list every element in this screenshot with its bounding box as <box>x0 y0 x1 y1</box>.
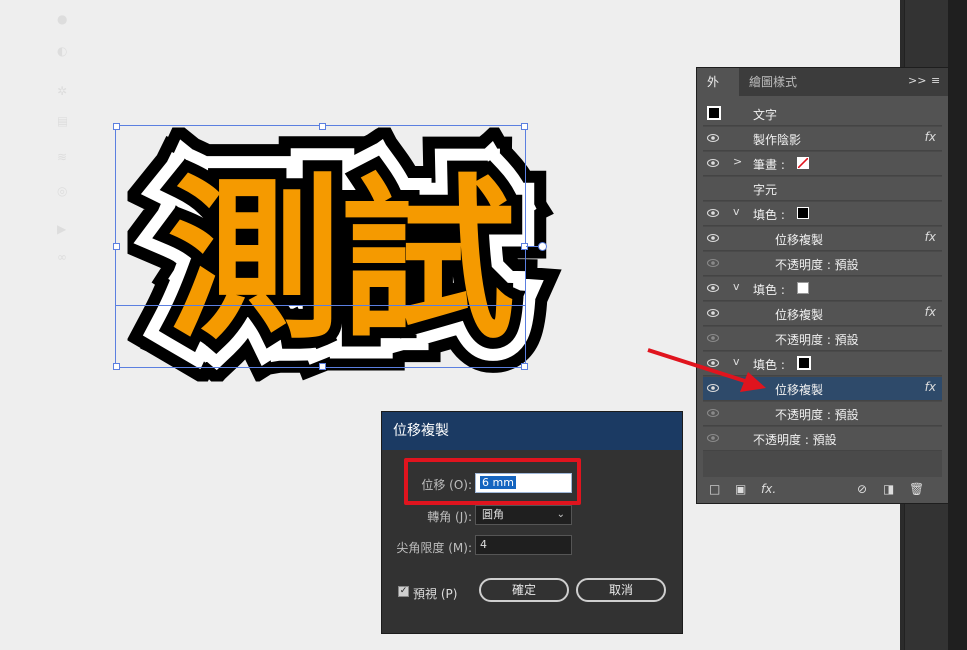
fx-icon[interactable]: fx <box>925 380 936 394</box>
ok-button[interactable]: 確定 <box>479 578 569 602</box>
tab-graphic-styles[interactable]: 繪圖樣式 <box>739 68 809 96</box>
fx-menu-icon[interactable]: fx. <box>761 482 776 496</box>
panel-footer: □ ▣ fx. ⊘ ◨ 🗑 <box>697 478 948 504</box>
add-stroke-icon[interactable]: □ <box>709 482 720 496</box>
circle-icon[interactable]: ◎ <box>57 184 67 198</box>
link-icon[interactable]: ∞ <box>57 250 67 264</box>
miter-label: 尖角限度 (M): <box>396 541 472 555</box>
row-label[interactable]: 不透明度 : 預設 <box>753 431 837 448</box>
offset-path-dialog: 位移複製 位移 (O): 6 mm 轉角 (J): 圓角 ⌄ 尖角限度 (M):… <box>381 411 683 634</box>
list-item[interactable]: > 筆畫 : <box>703 152 942 176</box>
trash-icon[interactable]: 🗑 <box>909 482 924 496</box>
row-label[interactable]: 位移複製 <box>775 381 823 398</box>
fx-icon[interactable]: fx <box>925 130 936 144</box>
resize-handle[interactable] <box>319 363 326 370</box>
list-item[interactable]: 位移複製 fx <box>703 227 942 251</box>
resize-handle[interactable] <box>521 363 528 370</box>
list-item[interactable]: v 填色 : <box>703 202 942 226</box>
annotation-arrow <box>647 348 766 392</box>
row-label[interactable]: 位移複製 <box>775 306 823 323</box>
fill-white-swatch[interactable] <box>797 282 809 294</box>
highlight-box <box>404 458 581 505</box>
resize-handle[interactable] <box>319 123 326 130</box>
panel-menu-icon[interactable]: ≡ <box>931 74 940 87</box>
eye-icon[interactable] <box>707 308 719 318</box>
chevron-down-icon[interactable]: v <box>733 205 740 218</box>
eye-icon[interactable] <box>707 283 719 293</box>
appearance-panel: 外觀 繪圖樣式 >> ≡ 文字 製作陰影 fx > 筆畫 : 字元 <box>696 67 949 504</box>
fx-icon[interactable]: fx <box>925 305 936 319</box>
appearance-list: 文字 製作陰影 fx > 筆畫 : 字元 v 填色 : 位移複製 fx 不透明度… <box>703 102 942 477</box>
list-item[interactable]: 不透明度 : 預設 <box>703 427 942 451</box>
preview-checkbox[interactable]: ✓ <box>398 586 409 597</box>
row-label[interactable]: 不透明度 : 預設 <box>775 256 859 273</box>
list-item[interactable]: 不透明度 : 預設 <box>703 252 942 276</box>
fill-outline-swatch[interactable] <box>797 356 811 370</box>
list-item[interactable]: 字元 <box>703 177 942 201</box>
list-item[interactable]: 位移複製 fx <box>703 302 942 326</box>
eye-icon[interactable] <box>707 433 719 443</box>
layers-icon[interactable]: ▤ <box>57 114 67 128</box>
baseline-guide <box>116 305 525 306</box>
eye-icon[interactable] <box>707 408 719 418</box>
stroke-none-swatch[interactable] <box>797 157 809 169</box>
preview-label[interactable]: 預視 (P) <box>413 585 457 602</box>
row-label: 筆畫 : <box>753 158 785 172</box>
chevron-down-icon: ⌄ <box>556 509 565 520</box>
list-item[interactable]: v 填色 : <box>703 277 942 301</box>
row-label[interactable]: 不透明度 : 預設 <box>775 331 859 348</box>
dialog-title[interactable]: 位移複製 <box>382 412 682 450</box>
row-label: 填色 : <box>753 208 785 222</box>
resize-handle[interactable] <box>113 363 120 370</box>
stack-icon[interactable]: ≋ <box>57 150 67 164</box>
object-thumbnail <box>707 106 721 120</box>
add-fill-icon[interactable]: ▣ <box>735 482 746 496</box>
row-label: 填色 : <box>753 283 785 297</box>
list-item[interactable]: 文字 <box>703 102 942 126</box>
eye-icon[interactable] <box>707 258 719 268</box>
miter-input[interactable]: 4 <box>475 535 572 555</box>
tab-appearance[interactable]: 外觀 <box>697 68 739 117</box>
resize-handle[interactable] <box>113 243 120 250</box>
row-label[interactable]: 位移複製 <box>775 231 823 248</box>
chevron-down-icon[interactable]: v <box>733 280 740 293</box>
row-label: 字元 <box>753 183 778 197</box>
collapse-icon[interactable]: >> <box>908 74 926 87</box>
cancel-button[interactable]: 取消 <box>576 578 666 602</box>
row-label[interactable]: 不透明度 : 預設 <box>775 406 859 423</box>
list-item[interactable]: 製作陰影 fx <box>703 127 942 151</box>
tool-icon[interactable]: ◐ <box>57 44 67 58</box>
panel-icon-column <box>948 0 967 650</box>
resize-handle[interactable] <box>521 123 528 130</box>
panel-tab-bar: 外觀 繪圖樣式 >> ≡ <box>697 68 948 117</box>
fx-icon[interactable]: fx <box>925 230 936 244</box>
eye-icon[interactable] <box>707 133 719 143</box>
rotation-handle[interactable] <box>538 242 547 251</box>
joins-label: 轉角 (J): <box>427 510 472 524</box>
duplicate-item-icon[interactable]: ◨ <box>883 482 894 496</box>
chevron-right-icon[interactable]: > <box>733 155 742 168</box>
row-label: 文字 <box>753 108 778 122</box>
resize-handle[interactable] <box>113 123 120 130</box>
play-icon[interactable]: ▶ <box>57 222 67 236</box>
row-label[interactable]: 製作陰影 <box>753 131 801 148</box>
gear-icon[interactable]: ✲ <box>57 84 67 98</box>
joins-select[interactable]: 圓角 ⌄ <box>475 505 572 525</box>
clear-appearance-icon[interactable]: ⊘ <box>857 482 867 496</box>
eye-icon[interactable] <box>707 158 719 168</box>
brush-icon[interactable]: ● <box>57 12 67 26</box>
list-item[interactable]: 不透明度 : 預設 <box>703 402 942 426</box>
fill-black-swatch[interactable] <box>797 207 809 219</box>
joins-value: 圓角 <box>482 508 504 521</box>
selection-bounding-box[interactable] <box>113 123 528 370</box>
rotation-handle-stem <box>526 246 538 247</box>
eye-icon[interactable] <box>707 208 719 218</box>
eye-icon[interactable] <box>707 233 719 243</box>
